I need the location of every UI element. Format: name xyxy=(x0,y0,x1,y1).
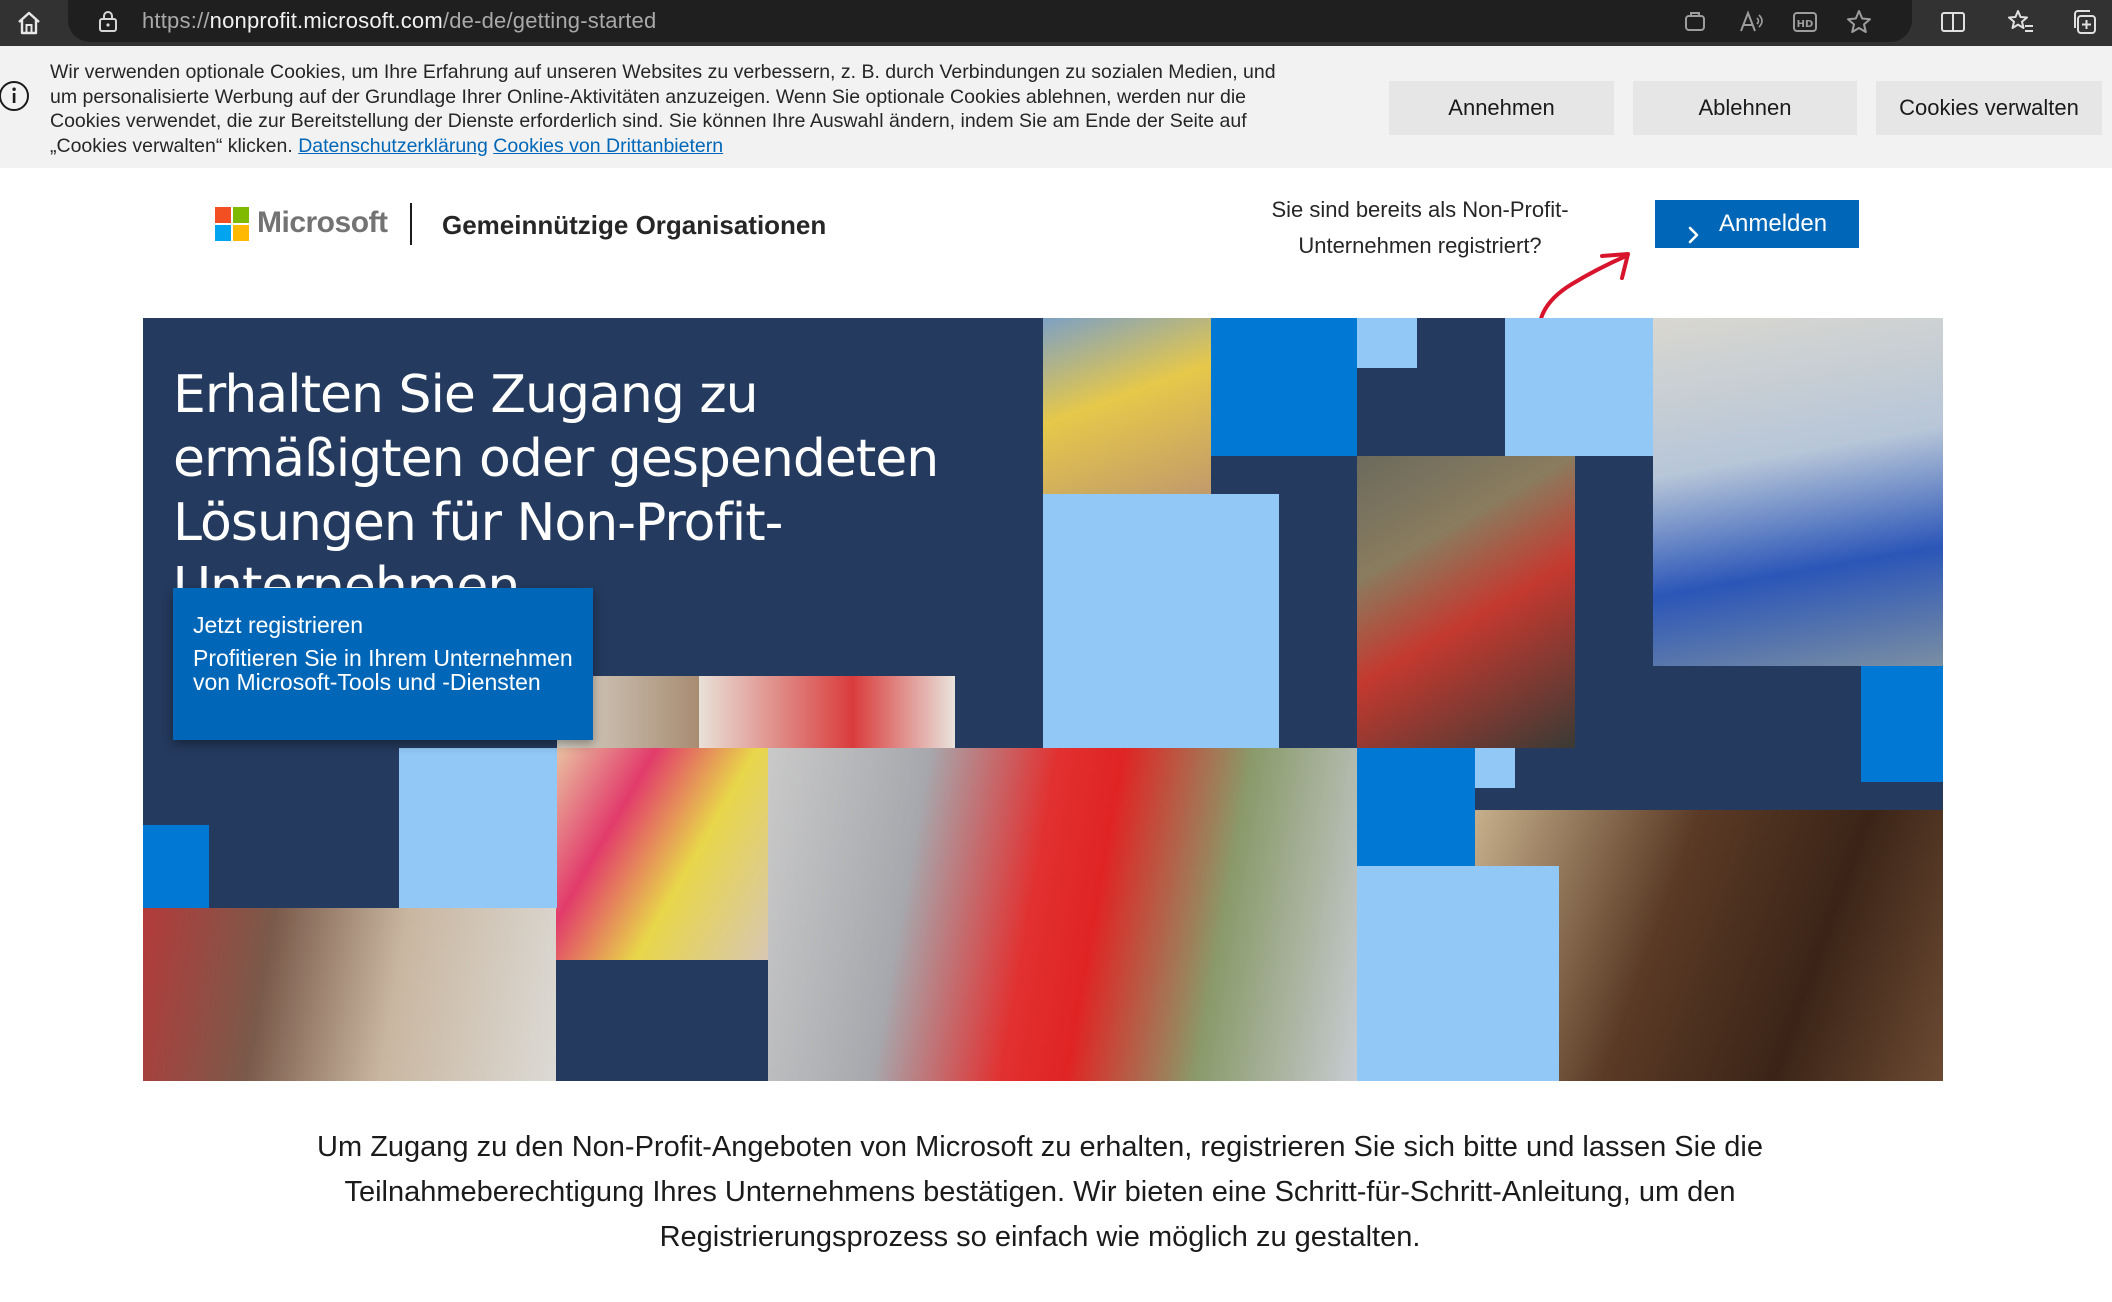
hero-photo-medical xyxy=(1653,318,1943,666)
chevron-right-icon xyxy=(1685,214,1703,244)
hero-photo-elders xyxy=(143,908,556,1081)
address-bar[interactable]: https://nonprofit.microsoft.com/de-de/ge… xyxy=(68,0,1912,42)
hero-photo-rescue xyxy=(1357,456,1575,748)
url-host: nonprofit.microsoft.com xyxy=(209,8,443,33)
hero-tile xyxy=(143,825,209,908)
register-now-heading: Jetzt registrieren xyxy=(193,612,364,638)
favorite-star-icon[interactable] xyxy=(1844,7,1874,37)
accept-cookies-button[interactable]: Annehmen xyxy=(1389,81,1614,135)
hero-photo-detail xyxy=(699,676,955,748)
hd-icon[interactable]: HD xyxy=(1790,7,1820,37)
hero-title: Erhalten Sie Zugang zu ermäßigten oder g… xyxy=(173,365,939,617)
signin-label: Anmelden xyxy=(1719,210,1828,237)
url-text[interactable]: https://nonprofit.microsoft.com/de-de/ge… xyxy=(142,8,656,34)
hero-tile xyxy=(1211,318,1357,456)
hero-banner: Erhalten Sie Zugang zu ermäßigten oder g… xyxy=(143,318,1943,1081)
cookie-message: Wir verwenden optionale Cookies, um Ihre… xyxy=(50,60,1280,158)
hero-tile xyxy=(1357,318,1417,368)
signin-button[interactable]: Anmelden xyxy=(1655,200,1859,248)
home-icon[interactable] xyxy=(12,6,46,40)
microsoft-logo-icon[interactable] xyxy=(215,207,249,241)
svg-text:HD: HD xyxy=(1797,19,1814,30)
read-aloud-icon[interactable] xyxy=(1736,7,1766,37)
hero-photo-volunteers xyxy=(768,748,1357,1081)
microsoft-brand[interactable]: Microsoft xyxy=(257,206,388,240)
third-party-cookies-link[interactable]: Cookies von Drittanbietern xyxy=(493,135,723,157)
info-icon xyxy=(0,80,32,112)
hero-tile xyxy=(1043,494,1279,748)
favorites-icon[interactable] xyxy=(2006,7,2036,37)
lock-icon[interactable] xyxy=(96,9,120,33)
browser-toolbar: https://nonprofit.microsoft.com/de-de/ge… xyxy=(0,0,2112,46)
manage-cookies-button[interactable]: Cookies verwalten xyxy=(1876,81,2102,135)
hero-tile xyxy=(556,960,768,1081)
hero-tile xyxy=(1861,666,1943,782)
register-now-button[interactable]: Jetzt registrieren Profitieren Sie in Ih… xyxy=(173,588,593,740)
intro-paragraph: Um Zugang zu den Non-Profit-Angeboten vo… xyxy=(317,1131,1763,1253)
register-now-subtext: Profitieren Sie in Ihrem Unternehmen von… xyxy=(193,645,573,695)
hero-tile xyxy=(399,748,557,908)
hero-photo-children xyxy=(1043,318,1211,494)
collections-icon[interactable] xyxy=(2070,7,2100,37)
hero-tile xyxy=(1475,748,1515,788)
split-screen-icon[interactable] xyxy=(1938,7,1968,37)
hero-tile xyxy=(1505,318,1653,456)
hero-tile xyxy=(1357,748,1475,866)
decline-cookies-button[interactable]: Ablehnen xyxy=(1633,81,1857,135)
privacy-statement-link[interactable]: Datenschutzerklärung xyxy=(298,135,488,157)
cookie-banner: Wir verwenden optionale Cookies, um Ihre… xyxy=(0,46,2112,168)
extensions-icon[interactable] xyxy=(1680,7,1710,37)
site-title[interactable]: Gemeinnützige Organisationen xyxy=(442,210,826,241)
url-path: /de-de/getting-started xyxy=(442,8,657,33)
hero-photo-women xyxy=(556,748,768,960)
header-divider xyxy=(410,203,412,245)
url-scheme: https:// xyxy=(142,8,210,33)
hero-tile xyxy=(1357,866,1559,1081)
